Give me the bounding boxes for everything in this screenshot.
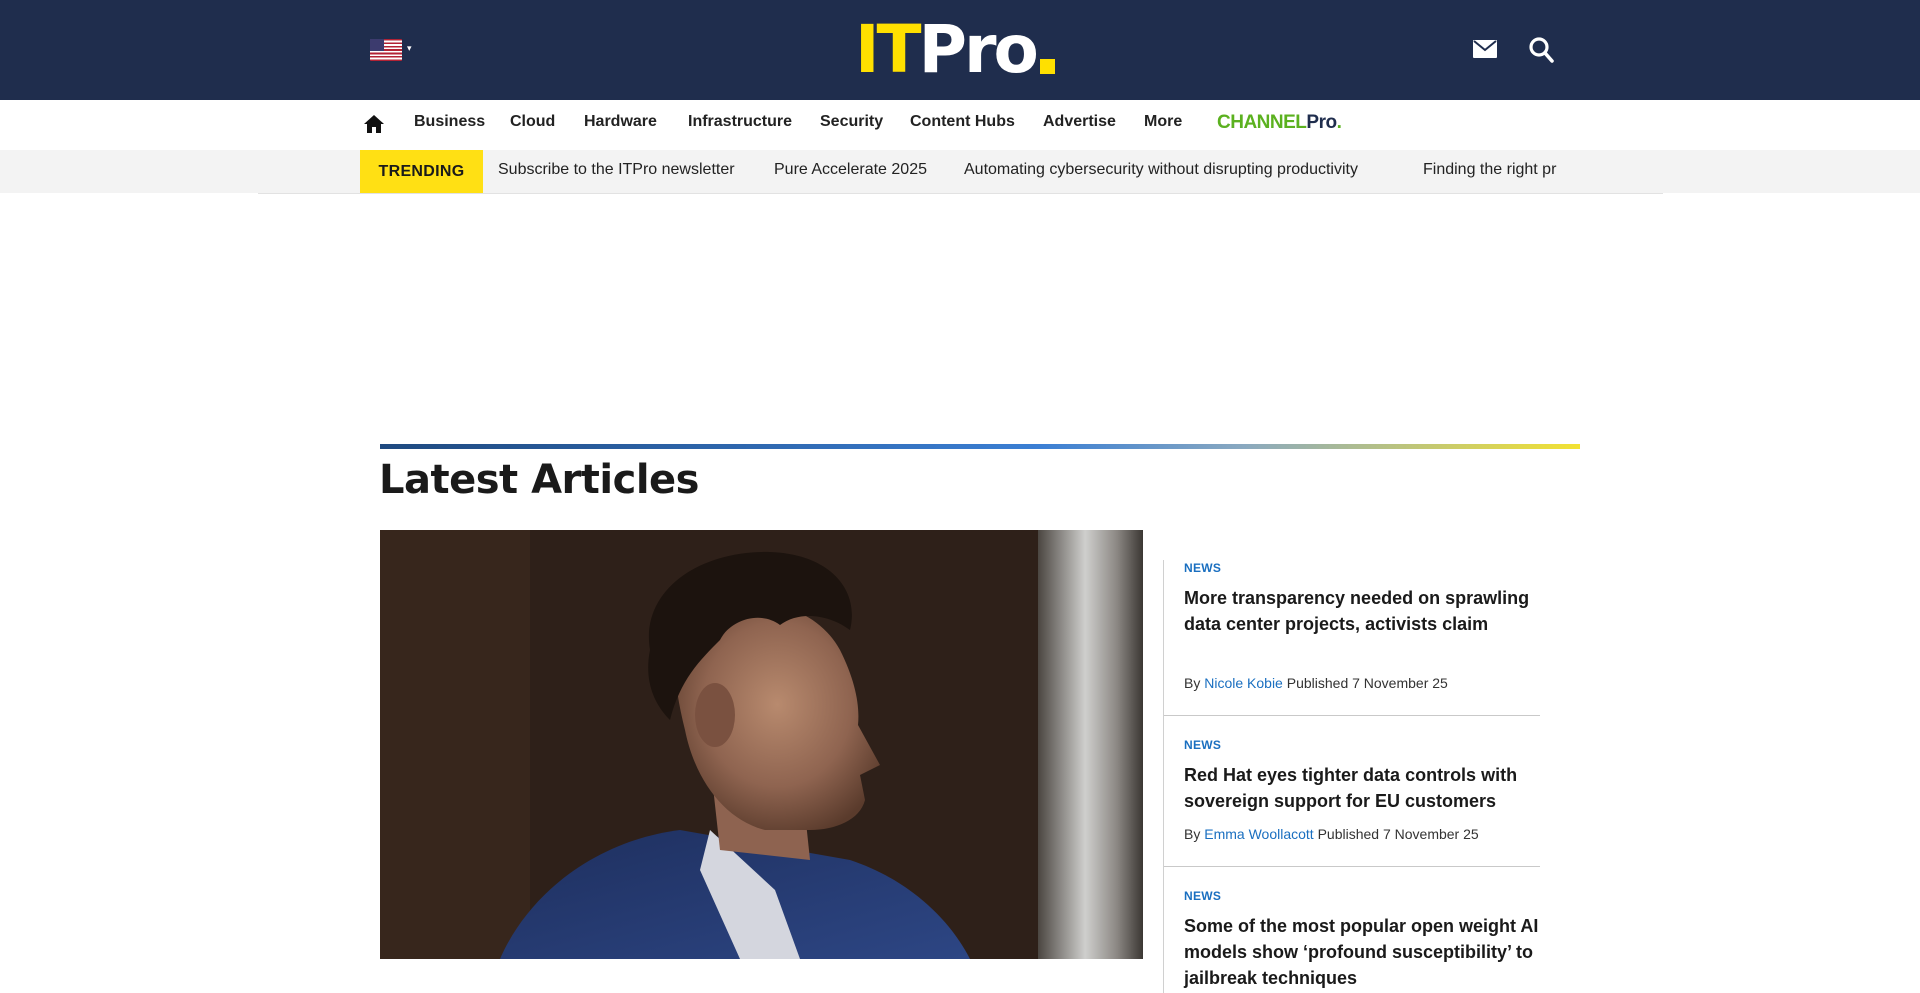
latest-sidebar-border bbox=[1163, 560, 1164, 993]
trending-link-automating-cybersecurity[interactable]: Automating cybersecurity without disrupt… bbox=[964, 150, 1358, 193]
channelpro-logo[interactable]: CHANNELPro. bbox=[1217, 112, 1342, 134]
channelpro-pro: Pro bbox=[1306, 112, 1337, 133]
channelpro-dot: . bbox=[1336, 112, 1342, 133]
trending-link-finding-the-right[interactable]: Finding the right pr bbox=[1423, 150, 1556, 193]
article-divider bbox=[1164, 715, 1540, 716]
article-author[interactable]: Nicole Kobie bbox=[1204, 675, 1283, 691]
article-byline: By Emma Woollacott Published 7 November … bbox=[1184, 826, 1479, 842]
mail-icon[interactable] bbox=[1473, 40, 1497, 58]
nav-item-infrastructure[interactable]: Infrastructure bbox=[688, 113, 792, 131]
article-divider bbox=[1164, 866, 1540, 867]
nav-item-hardware[interactable]: Hardware bbox=[584, 113, 657, 131]
trending-link-newsletter[interactable]: Subscribe to the ITPro newsletter bbox=[498, 150, 735, 193]
article-headline[interactable]: More transparency needed on sprawling da… bbox=[1184, 585, 1540, 637]
logo-dot bbox=[1039, 59, 1055, 74]
nav-item-business[interactable]: Business bbox=[414, 113, 485, 131]
byline-by: By bbox=[1184, 675, 1201, 691]
nav-item-content-hubs[interactable]: Content Hubs bbox=[910, 113, 1015, 131]
logo-pro: Pro bbox=[918, 11, 1039, 88]
section-title: Latest Articles bbox=[379, 457, 699, 503]
trending-badge: TRENDING bbox=[360, 150, 483, 193]
nav-item-cloud[interactable]: Cloud bbox=[510, 113, 555, 131]
nav-item-security[interactable]: Security bbox=[820, 113, 883, 131]
trending-divider bbox=[258, 193, 1663, 194]
us-flag-icon[interactable] bbox=[370, 39, 402, 61]
hero-photo-portrait bbox=[380, 530, 1143, 959]
article-published: Published 7 November 25 bbox=[1317, 826, 1479, 842]
nav-item-more[interactable]: More bbox=[1144, 113, 1182, 131]
search-icon[interactable] bbox=[1528, 36, 1554, 64]
article-category: NEWS bbox=[1184, 561, 1222, 575]
article-category: NEWS bbox=[1184, 738, 1222, 752]
article-published: Published 7 November 25 bbox=[1286, 675, 1448, 691]
section-divider bbox=[380, 444, 1580, 449]
home-icon[interactable] bbox=[363, 114, 385, 134]
article-category: NEWS bbox=[1184, 889, 1222, 903]
article-headline[interactable]: Red Hat eyes tighter data controls with … bbox=[1184, 762, 1540, 814]
trending-link-pure-accelerate[interactable]: Pure Accelerate 2025 bbox=[774, 150, 927, 193]
trending-links: Subscribe to the ITPro newsletter Pure A… bbox=[483, 150, 1561, 193]
byline-by: By bbox=[1184, 826, 1201, 842]
channelpro-channel: CHANNEL bbox=[1217, 112, 1307, 133]
logo-it: IT bbox=[855, 11, 922, 88]
article-author[interactable]: Emma Woollacott bbox=[1204, 826, 1313, 842]
region-dropdown-caret[interactable]: ▾ bbox=[407, 44, 412, 54]
article-byline: By Nicole Kobie Published 7 November 25 bbox=[1184, 675, 1448, 691]
itpro-logo[interactable]: IT Pro bbox=[855, 12, 1055, 88]
hero-article-image[interactable] bbox=[380, 530, 1143, 959]
nav-item-advertise[interactable]: Advertise bbox=[1043, 113, 1116, 131]
article-headline[interactable]: Some of the most popular open weight AI … bbox=[1184, 913, 1540, 991]
